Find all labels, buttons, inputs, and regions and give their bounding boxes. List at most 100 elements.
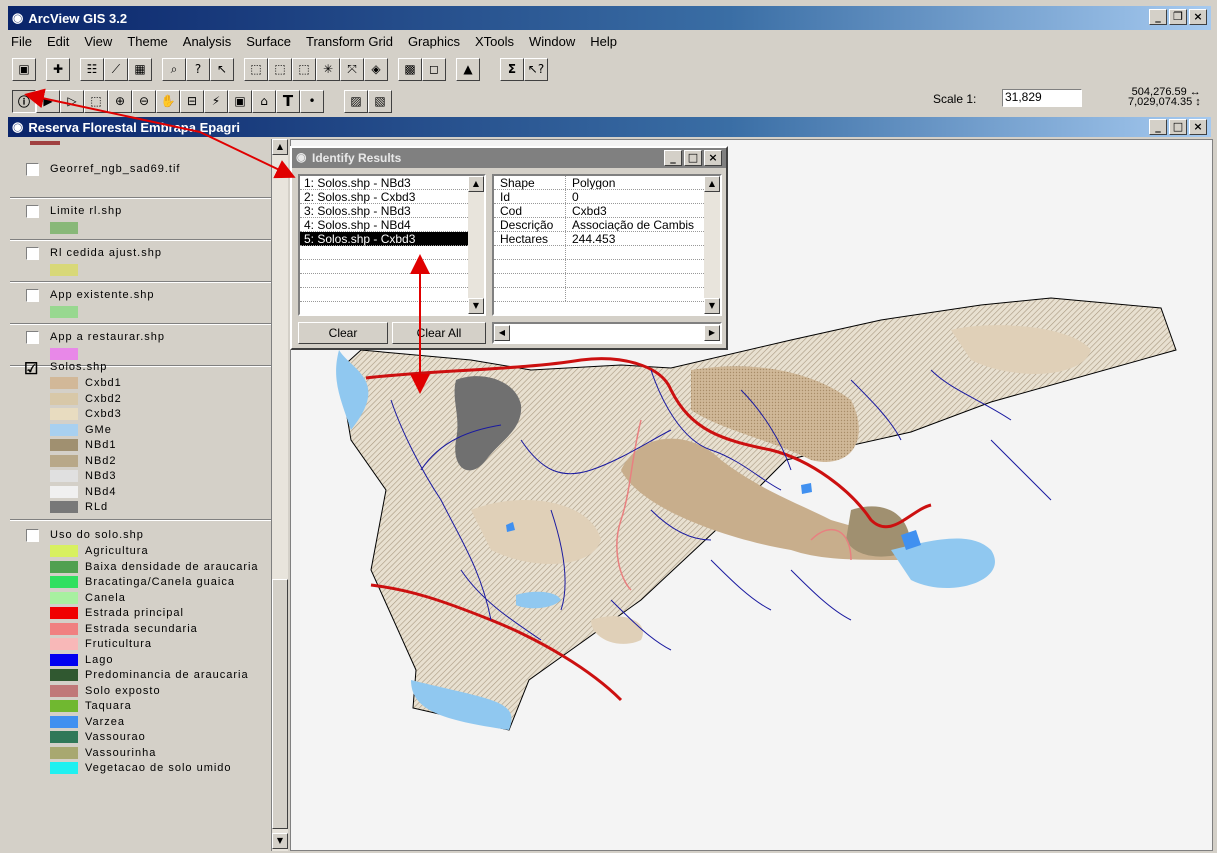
attr-scroll-down[interactable]: ▼ bbox=[704, 298, 720, 314]
theme-tool-2[interactable]: ▧ bbox=[368, 89, 392, 113]
identify-maximize-button[interactable]: □ bbox=[684, 150, 702, 166]
solos-class-label: NBd4 bbox=[85, 485, 117, 498]
clear-all-button[interactable]: Clear All bbox=[392, 322, 486, 344]
summarize-button[interactable]: Σ bbox=[500, 57, 524, 81]
solos-checkbox[interactable]: ☑ bbox=[24, 359, 38, 379]
text-tool[interactable]: T bbox=[276, 89, 300, 113]
attr-hscrollbar[interactable]: ◀ ▶ bbox=[492, 322, 722, 344]
zoom-out-button[interactable]: ⤧ bbox=[340, 57, 364, 81]
layer-visibility-checkbox[interactable] bbox=[26, 247, 39, 260]
menu-help[interactable]: Help bbox=[589, 34, 618, 54]
scale-input[interactable]: 31,829 bbox=[1002, 89, 1082, 107]
hot-link-tool[interactable]: ⚡ bbox=[204, 89, 228, 113]
close-button[interactable]: × bbox=[1189, 9, 1207, 25]
result-item[interactable]: 2: Solos.shp - Cxbd3 bbox=[300, 190, 468, 204]
measure-tool[interactable]: ⊟ bbox=[180, 89, 204, 113]
select-features-button[interactable]: ▩ bbox=[398, 57, 422, 81]
zoom-out-tool[interactable]: ⊖ bbox=[132, 89, 156, 113]
zoom-in-tool[interactable]: ⊕ bbox=[108, 89, 132, 113]
menu-surface[interactable]: Surface bbox=[245, 34, 292, 54]
scroll-down-button[interactable]: ▼ bbox=[272, 833, 288, 849]
zoom-previous-button[interactable]: ◈ bbox=[364, 57, 388, 81]
open-table-button[interactable]: ▦ bbox=[128, 57, 152, 81]
menu-edit[interactable]: Edit bbox=[46, 34, 70, 54]
layer-name[interactable]: App a restaurar.shp bbox=[50, 331, 165, 343]
query-builder-button[interactable]: ↖ bbox=[210, 57, 234, 81]
layer-visibility-checkbox[interactable] bbox=[26, 163, 39, 176]
menu-analysis[interactable]: Analysis bbox=[182, 34, 232, 54]
zoom-selected-button[interactable]: ⬚ bbox=[292, 57, 316, 81]
layer-swatch bbox=[50, 348, 78, 360]
layer-visibility-checkbox[interactable] bbox=[26, 331, 39, 344]
zoom-full-button[interactable]: ⬚ bbox=[244, 57, 268, 81]
menu-view[interactable]: View bbox=[83, 34, 113, 54]
layer-name[interactable]: Georref_ngb_sad69.tif bbox=[50, 163, 180, 175]
toc-scrollbar[interactable]: ▲ ▼ bbox=[271, 139, 288, 851]
uso-class-label: Taquara bbox=[85, 700, 132, 712]
view-minimize-button[interactable]: _ bbox=[1149, 119, 1167, 135]
scroll-up-button[interactable]: ▲ bbox=[272, 139, 288, 155]
pointer-tool[interactable]: ▶ bbox=[36, 89, 60, 113]
view-close-button[interactable]: × bbox=[1189, 119, 1207, 135]
theme-tool-1[interactable]: ▨ bbox=[344, 89, 368, 113]
identify-minimize-button[interactable]: _ bbox=[664, 150, 682, 166]
menu-graphics[interactable]: Graphics bbox=[407, 34, 461, 54]
menu-theme[interactable]: Theme bbox=[126, 34, 168, 54]
add-theme-button[interactable]: ✚ bbox=[46, 57, 70, 81]
area-of-interest-tool[interactable]: ▣ bbox=[228, 89, 252, 113]
clear-button[interactable]: Clear bbox=[298, 322, 388, 344]
identify-results-window[interactable]: ◉ Identify Results _ □ × 1: Solos.shp - … bbox=[290, 146, 728, 350]
scroll-thumb[interactable] bbox=[272, 579, 288, 829]
result-item[interactable]: 1: Solos.shp - NBd3 bbox=[300, 176, 468, 190]
vertex-edit-tool[interactable]: ▷ bbox=[60, 89, 84, 113]
zoom-active-button[interactable]: ⬚ bbox=[268, 57, 292, 81]
layer-visibility-checkbox[interactable] bbox=[26, 205, 39, 218]
results-list[interactable]: 1: Solos.shp - NBd3 2: Solos.shp - Cxbd3 3… bbox=[298, 174, 486, 316]
layer-visibility-checkbox[interactable] bbox=[26, 289, 39, 302]
identify-close-button[interactable]: × bbox=[704, 150, 722, 166]
help-button[interactable]: ↖? bbox=[524, 57, 548, 81]
zoom-in-button[interactable]: ✳ bbox=[316, 57, 340, 81]
identify-title: Identify Results bbox=[312, 151, 402, 165]
attr-scroll-left[interactable]: ◀ bbox=[494, 325, 510, 341]
locate-button[interactable]: ? bbox=[186, 57, 210, 81]
menu-window[interactable]: Window bbox=[528, 34, 576, 54]
draw-point-tool[interactable]: • bbox=[300, 89, 324, 113]
view-titlebar: ◉ Reserva Florestal Embrapa Epagri _ □ × bbox=[8, 117, 1211, 137]
label-tool[interactable]: ⌂ bbox=[252, 89, 276, 113]
menu-xtools[interactable]: XTools bbox=[474, 34, 515, 54]
select-feature-tool[interactable]: ⬚ bbox=[84, 89, 108, 113]
find-button[interactable]: ⌕ bbox=[162, 57, 186, 81]
layer-name[interactable]: App existente.shp bbox=[50, 289, 154, 301]
results-scroll-down[interactable]: ▼ bbox=[468, 298, 484, 314]
attr-scroll-right[interactable]: ▶ bbox=[704, 325, 720, 341]
results-scroll-up[interactable]: ▲ bbox=[468, 176, 484, 192]
view-maximize-button[interactable]: □ bbox=[1169, 119, 1187, 135]
layer-name[interactable]: Rl cedida ajust.shp bbox=[50, 247, 162, 259]
uso-class-swatch bbox=[50, 591, 78, 604]
uso-layer-name[interactable]: Uso do solo.shp bbox=[50, 529, 144, 541]
restore-button[interactable]: ❐ bbox=[1169, 9, 1187, 25]
theme-properties-button[interactable]: ☷ bbox=[80, 57, 104, 81]
empty-row bbox=[300, 288, 468, 302]
uso-class-label: Varzea bbox=[85, 715, 126, 728]
menu-file[interactable]: File bbox=[10, 34, 33, 54]
layer-name[interactable]: Limite rl.shp bbox=[50, 205, 122, 217]
solos-layer-name[interactable]: Solos.shp bbox=[50, 361, 107, 373]
result-item[interactable]: 3: Solos.shp - NBd3 bbox=[300, 204, 468, 218]
result-item[interactable]: 5: Solos.shp - Cxbd3 bbox=[300, 232, 468, 246]
attribute-table[interactable]: Shape Polygon Id 0 Cod Cxbd3 Descrição Associaç… bbox=[492, 174, 722, 316]
identify-tool[interactable]: ⓘ bbox=[12, 89, 36, 113]
pan-tool[interactable]: ✋ bbox=[156, 89, 180, 113]
empty-row bbox=[300, 274, 468, 288]
edit-legend-button[interactable]: ⟋ bbox=[104, 57, 128, 81]
uso-checkbox[interactable] bbox=[26, 529, 39, 542]
menu-transform-grid[interactable]: Transform Grid bbox=[305, 34, 394, 54]
attr-scroll-up[interactable]: ▲ bbox=[704, 176, 720, 192]
result-item[interactable]: 4: Solos.shp - NBd4 bbox=[300, 218, 468, 232]
app-icon: ◉ bbox=[12, 10, 24, 25]
clear-selection-button[interactable]: ◻ bbox=[422, 57, 446, 81]
minimize-button[interactable]: _ bbox=[1149, 9, 1167, 25]
layout-button[interactable]: ▲ bbox=[456, 57, 480, 81]
save-project-button[interactable]: ▣ bbox=[12, 57, 36, 81]
